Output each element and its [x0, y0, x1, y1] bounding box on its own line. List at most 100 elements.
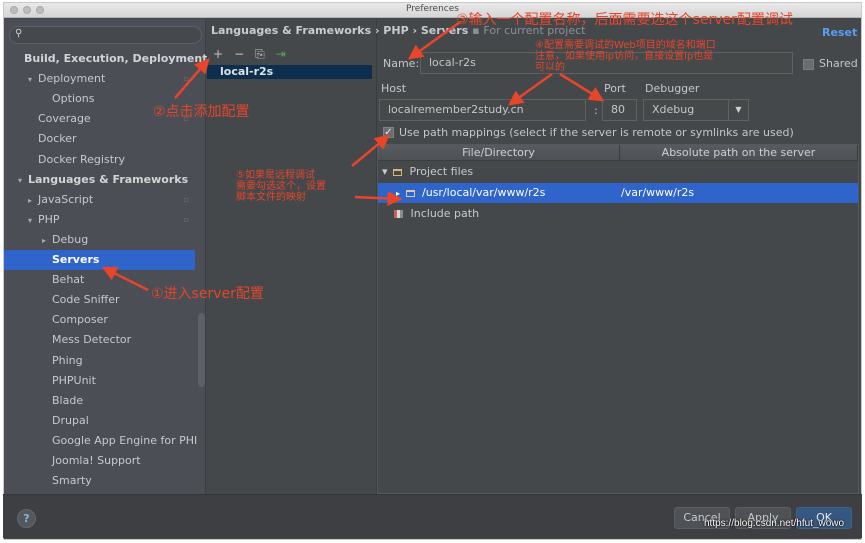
debugger-label: Debugger — [645, 82, 700, 95]
sidebar-item-label: Debug — [52, 232, 89, 246]
sidebar-item-mess-detector[interactable]: Mess Detector — [4, 330, 195, 350]
sidebar-item-languages-frameworks[interactable]: ▾ Languages & Frameworks — [4, 170, 195, 190]
sidebar-item-phing[interactable]: Phing — [4, 351, 195, 371]
sidebar-item-label: Blade — [52, 393, 84, 407]
servers-toolbar: + − ⎘ ⇥ — [213, 46, 286, 62]
sidebar-item-phpunit[interactable]: PHPUnit — [4, 371, 195, 391]
sidebar-item-label: Deployment — [38, 72, 106, 86]
add-server-button[interactable]: + — [213, 47, 223, 61]
sidebar-item-label: Coverage — [38, 112, 91, 126]
sidebar-item-label: Google App Engine for PHI — [52, 433, 198, 447]
folder-icon — [405, 189, 415, 197]
use-path-mappings-checkbox[interactable]: ✓ — [383, 127, 394, 138]
sidebar-item-smarty[interactable]: Smarty — [4, 471, 195, 491]
sidebar-item-label: Smarty — [52, 474, 92, 488]
column-header-server-path[interactable]: Absolute path on the server — [620, 145, 858, 161]
sidebar-item-label: Code Sniffer — [52, 293, 120, 307]
annotation-step-4: ④配置需要调试的Web项目的域名和端口 注意，如果使用ip访问，直接设置ip也是… — [535, 40, 716, 73]
copy-server-button[interactable]: ⎘ — [255, 47, 265, 62]
sidebar-item-debug[interactable]: ▸ Debug — [4, 230, 195, 250]
sidebar-item-docker-registry[interactable]: Docker Registry — [4, 150, 195, 170]
import-server-button[interactable]: ⇥ — [276, 47, 286, 61]
checkmark-icon: ✓ — [384, 127, 393, 138]
settings-search-input[interactable]: ⚲ — [9, 26, 202, 44]
watermark: https://blog.csdn.net/hfut_wowo — [704, 518, 845, 529]
row-local-path: /usr/local/var/www/r2s — [422, 186, 546, 199]
sidebar-item-php[interactable]: ▾ PHP ▫ — [4, 210, 195, 230]
sidebar-item-label: Docker — [38, 132, 77, 146]
annotation-step-2: ②点击添加配置 — [153, 104, 250, 120]
annotation-step-5-line-3: 脚本文件的映射 — [236, 192, 306, 203]
sidebar-item-label: PHP — [38, 212, 60, 226]
name-label: Name: — [383, 57, 420, 70]
annotation-step-4-line-3: 可以的 — [535, 62, 565, 73]
sidebar-item-drupal[interactable]: Drupal — [4, 411, 195, 431]
collapsed-arrow-icon[interactable]: ▸ — [42, 231, 52, 251]
host-label: Host — [381, 82, 407, 95]
host-port-separator: : — [594, 104, 598, 117]
debugger-value: Xdebug — [652, 103, 695, 116]
annotation-step-1: ①进入server配置 — [151, 286, 264, 302]
debugger-select[interactable]: Xdebug ▼ — [643, 99, 749, 121]
sidebar-item-label: JavaScript — [38, 192, 94, 206]
sidebar-item-joomla-support[interactable]: Joomla! Support — [4, 451, 195, 471]
sidebar-item-label: Phing — [52, 353, 83, 367]
sidebar-item-javascript[interactable]: ▸ JavaScript ▫ — [4, 190, 195, 210]
servers-list-panel — [207, 19, 377, 497]
project-settings-icon: ▫ — [183, 214, 189, 224]
sidebar-item-label: Build, Execution, Deployment — [24, 52, 208, 65]
sidebar-item-label: Composer — [52, 313, 108, 327]
folder-icon — [393, 168, 403, 176]
sidebar-item-google-app-engine-for-phi[interactable]: Google App Engine for PHI — [4, 431, 198, 451]
table-row[interactable]: Include path — [378, 204, 858, 224]
sidebar-item-deployment[interactable]: ▾ Deployment ▫ — [4, 69, 195, 89]
sidebar-item-composer[interactable]: Composer — [4, 310, 195, 330]
path-mappings-table: File/Directory Absolute path on the serv… — [377, 144, 859, 494]
expanded-arrow-icon[interactable]: ▾ — [28, 211, 38, 231]
library-icon — [394, 210, 403, 218]
annotation-step-5: ⑤如果是远程调试 需要勾选这个，设置 脚本文件的映射 — [236, 170, 326, 203]
chevron-down-icon: ▼ — [728, 100, 748, 120]
sidebar-item-label: Drupal — [52, 413, 89, 427]
row-local-path: Include path — [410, 207, 480, 220]
dialog-footer: ? Cancel Apply OK — [3, 494, 862, 538]
sidebar-item-label: Behat — [52, 273, 85, 287]
expand-arrow-icon[interactable]: ▾ — [378, 165, 388, 178]
collapsed-arrow-icon[interactable]: ▸ — [28, 191, 38, 211]
project-settings-icon: ▫ — [183, 194, 189, 204]
search-icon: ⚲ — [15, 28, 23, 39]
annotation-step-5-line-2: 需要勾选这个，设置 — [236, 181, 326, 192]
sidebar-item-blade[interactable]: Blade — [4, 391, 195, 411]
server-list-item[interactable]: local-r2s — [207, 65, 372, 79]
help-button[interactable]: ? — [17, 509, 36, 528]
column-header-file-directory[interactable]: File/Directory — [378, 145, 620, 161]
annotation-step-3: ③输入一个配置名称，后面需要选这个server配置调试 — [456, 12, 793, 28]
row-server-path[interactable]: /var/www/r2s — [621, 183, 694, 203]
sidebar-item-docker[interactable]: Docker — [4, 129, 195, 149]
sidebar-item-label: Servers — [52, 253, 100, 266]
sidebar-scrollbar[interactable] — [198, 313, 205, 387]
table-row[interactable]: ▸ /usr/local/var/www/r2s /var/www/r2s — [378, 183, 858, 203]
sidebar-item-label: Options — [52, 92, 95, 106]
remove-server-button[interactable]: − — [234, 47, 244, 61]
annotation-step-4-line-1: ④配置需要调试的Web项目的域名和端口 — [535, 40, 716, 51]
expanded-arrow-icon[interactable]: ▾ — [18, 171, 28, 191]
host-input[interactable]: localremember2study.cn — [379, 99, 586, 121]
expand-arrow-icon[interactable]: ▸ — [378, 189, 400, 198]
sidebar-item-build-execution-deployment[interactable]: Build, Execution, Deployment — [4, 49, 207, 69]
sidebar-item-label: Mess Detector — [52, 333, 132, 347]
shared-checkbox[interactable] — [803, 59, 814, 70]
row-local-path: Project files — [409, 165, 474, 178]
expanded-arrow-icon[interactable]: ▾ — [28, 70, 38, 90]
use-path-mappings-label: Use path mappings (select if the server … — [399, 126, 794, 139]
sidebar-item-label: Docker Registry — [38, 152, 126, 166]
table-row[interactable]: ▾ Project files — [378, 162, 858, 182]
sidebar-item-servers[interactable]: Servers — [4, 250, 195, 270]
annotation-step-4-line-2: 注意，如果使用ip访问，直接设置ip也是 — [535, 51, 714, 62]
sidebar-item-label: PHPUnit — [52, 373, 96, 387]
reset-link[interactable]: Reset — [822, 26, 857, 39]
port-label: Port — [604, 82, 626, 95]
port-input[interactable]: 80 — [602, 99, 637, 121]
sidebar-item-label: Languages & Frameworks — [28, 172, 189, 186]
settings-sidebar: ⚲ Build, Execution, Deployment ▾ Deploymen… — [4, 19, 207, 497]
